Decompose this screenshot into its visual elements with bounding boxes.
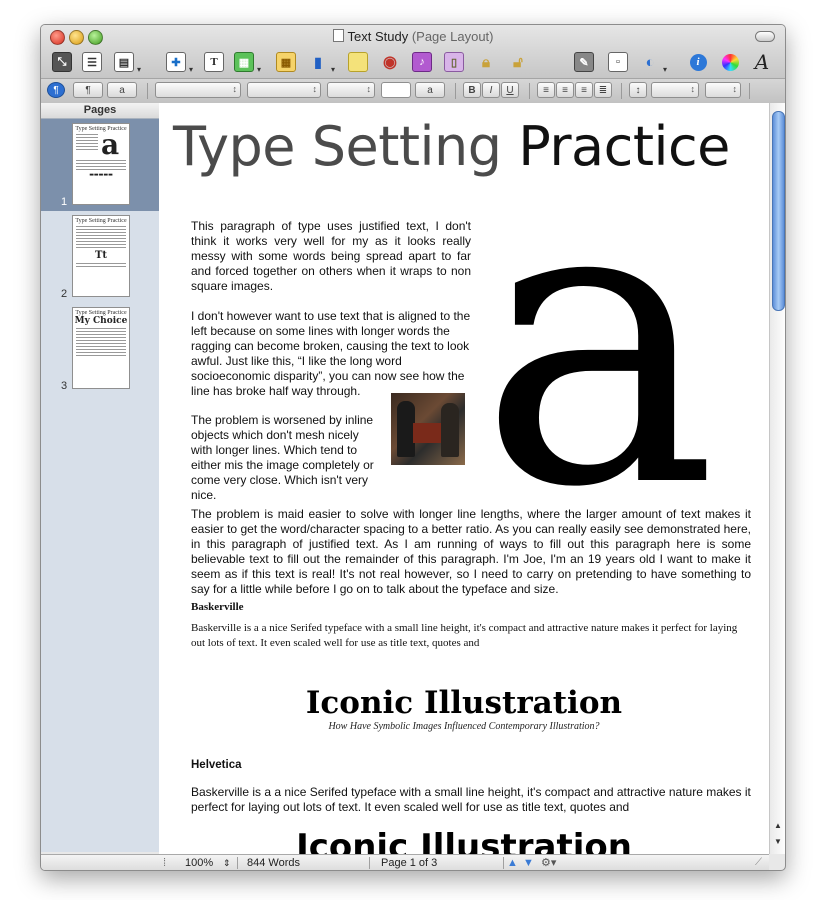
helvetica-sample-text: Baskerville is a a nice Serifed typeface…	[191, 785, 751, 814]
align-left-icon[interactable]: ≡	[537, 82, 555, 98]
font-family-select[interactable]	[155, 82, 241, 98]
unlock-icon[interactable]: 🔓︎	[507, 51, 529, 73]
page-thumbnail-2[interactable]: Type Setting Practice Tt 2	[41, 211, 159, 303]
sidebar-header: Pages	[41, 103, 159, 119]
zoom-stepper-icon[interactable]: ⇕	[223, 856, 231, 870]
iconic-illustration-title-2: Iconic Illustration	[296, 827, 632, 854]
app-window: Text Study (Page Layout) ⤡ ☰ ▤ ▾ ✚ ▾ T ▦ ▾ …	[40, 24, 786, 871]
page-indicator: Page 1 of 3	[381, 857, 438, 869]
word-count: 844 Words	[247, 857, 300, 869]
resize-grip-icon[interactable]: ⟋	[755, 856, 762, 870]
page-thumbnail-3[interactable]: Type Setting Practice My Choice 3	[41, 303, 159, 395]
heading-helvetica: Helvetica	[191, 759, 242, 771]
baskerville-sample-text: Baskerville is a a nice Serifed typeface…	[191, 622, 738, 649]
page-thumbnail-1[interactable]: Type Setting Practice a ▬▬▬▬▬ 1	[41, 119, 159, 211]
inspector-icon[interactable]: i	[687, 51, 709, 73]
iconic-illustration-title: Iconic Illustration	[305, 685, 623, 721]
highlight-color-well[interactable]: a	[415, 82, 445, 98]
inline-painting-image[interactable]	[391, 393, 465, 465]
iconic-illustration-subtitle: How Have Symbolic Images Influenced Cont…	[328, 721, 600, 732]
align-justify-icon[interactable]: ≣	[594, 82, 612, 98]
paragraph-long-justified: The problem is maid easier to solve with…	[191, 507, 751, 596]
table-icon[interactable]: ▦	[275, 51, 297, 73]
font-size-select[interactable]	[327, 82, 375, 98]
columns-select[interactable]	[705, 82, 741, 98]
sections-icon[interactable]: ☰	[81, 51, 103, 73]
text-color-well[interactable]	[381, 82, 411, 98]
document-canvas[interactable]: Type Setting Practice a This paragraph o…	[159, 103, 769, 854]
heading-baskerville: Baskerville	[191, 601, 244, 613]
vertical-scrollbar[interactable]: ▲ ▼	[769, 103, 785, 854]
page-thumbnail-image: Type Setting Practice Tt	[72, 215, 130, 297]
scrollbar-thumb[interactable]	[772, 111, 785, 311]
previous-page-icon[interactable]: ▲	[507, 856, 518, 870]
sidebar-status	[41, 854, 160, 870]
text-box-icon[interactable]: T	[203, 51, 225, 73]
lock-icon[interactable]: 🔒︎	[475, 51, 497, 73]
track-changes-icon[interactable]: ◉	[379, 51, 401, 73]
large-letter-a-graphic: a	[479, 110, 718, 575]
paragraph-styles-icon[interactable]: ◐ ▾	[639, 51, 667, 75]
next-page-icon[interactable]: ▼	[523, 856, 534, 870]
paragraph-left-aligned: I don't however want to use text that is…	[191, 309, 471, 398]
line-spacing-select[interactable]	[651, 82, 699, 98]
format-bar: ¶ ¶ a a B I U ≡ ≡ ≡ ≣ ↕	[41, 78, 785, 103]
font-typeface-select[interactable]	[247, 82, 321, 98]
insert-icon[interactable]: ✚ ▾	[165, 51, 193, 74]
align-right-icon[interactable]: ≡	[575, 82, 593, 98]
shapes-icon[interactable]: ▦ ▾	[233, 51, 261, 74]
gear-icon[interactable]: ⚙▾	[541, 856, 556, 870]
scroll-down-icon[interactable]: ▼	[770, 835, 785, 849]
bold-button[interactable]: B	[463, 82, 481, 98]
comment-icon[interactable]	[347, 51, 369, 73]
colors-icon[interactable]	[719, 51, 741, 73]
paragraph-style-select[interactable]: ¶	[73, 82, 103, 98]
status-bar: ⁞ 100% ⇕ 844 Words Page 1 of 3 ▲ ▼ ⚙▾ ⟋	[159, 854, 769, 870]
fonts-icon[interactable]: A	[751, 50, 773, 74]
line-spacing-icon[interactable]: ↕	[629, 82, 647, 98]
page-thumbnail-image: Type Setting Practice a ▬▬▬▬▬	[72, 123, 130, 205]
paragraph-inline-object: The problem is worsened by inline object…	[191, 413, 374, 502]
document-icon	[332, 29, 344, 42]
toolbar-toggle-button[interactable]	[755, 31, 775, 42]
paragraph-marks-icon[interactable]: ¶	[47, 82, 65, 98]
charts-icon[interactable]: ▮ ▾	[307, 51, 335, 75]
pages-menu-icon[interactable]: ▤ ▾	[113, 51, 141, 74]
mask-icon[interactable]: ✎	[573, 51, 595, 73]
zoom-select[interactable]: 100%	[185, 856, 213, 870]
align-center-icon[interactable]: ≡	[556, 82, 574, 98]
arrange-icon[interactable]: ▫	[607, 51, 629, 73]
paragraph-justified: This paragraph of type uses justified te…	[191, 219, 471, 293]
fill-icon[interactable]: ▯	[443, 51, 465, 73]
scroll-up-icon[interactable]: ▲	[770, 819, 785, 833]
underline-button[interactable]: U	[501, 82, 519, 98]
char-style-select[interactable]: a	[107, 82, 137, 98]
window-title: Text Study (Page Layout)	[41, 29, 785, 44]
page-thumbnail-image: Type Setting Practice My Choice	[72, 307, 130, 389]
sidebar-resize-handle[interactable]: ⁞	[163, 856, 166, 870]
pages-sidebar: Pages Type Setting Practice a ▬▬▬▬▬ 1 Ty…	[41, 103, 160, 852]
media-icon[interactable]: ♪	[411, 51, 433, 73]
italic-button[interactable]: I	[482, 82, 500, 98]
view-icon[interactable]: ⤡	[51, 51, 73, 73]
